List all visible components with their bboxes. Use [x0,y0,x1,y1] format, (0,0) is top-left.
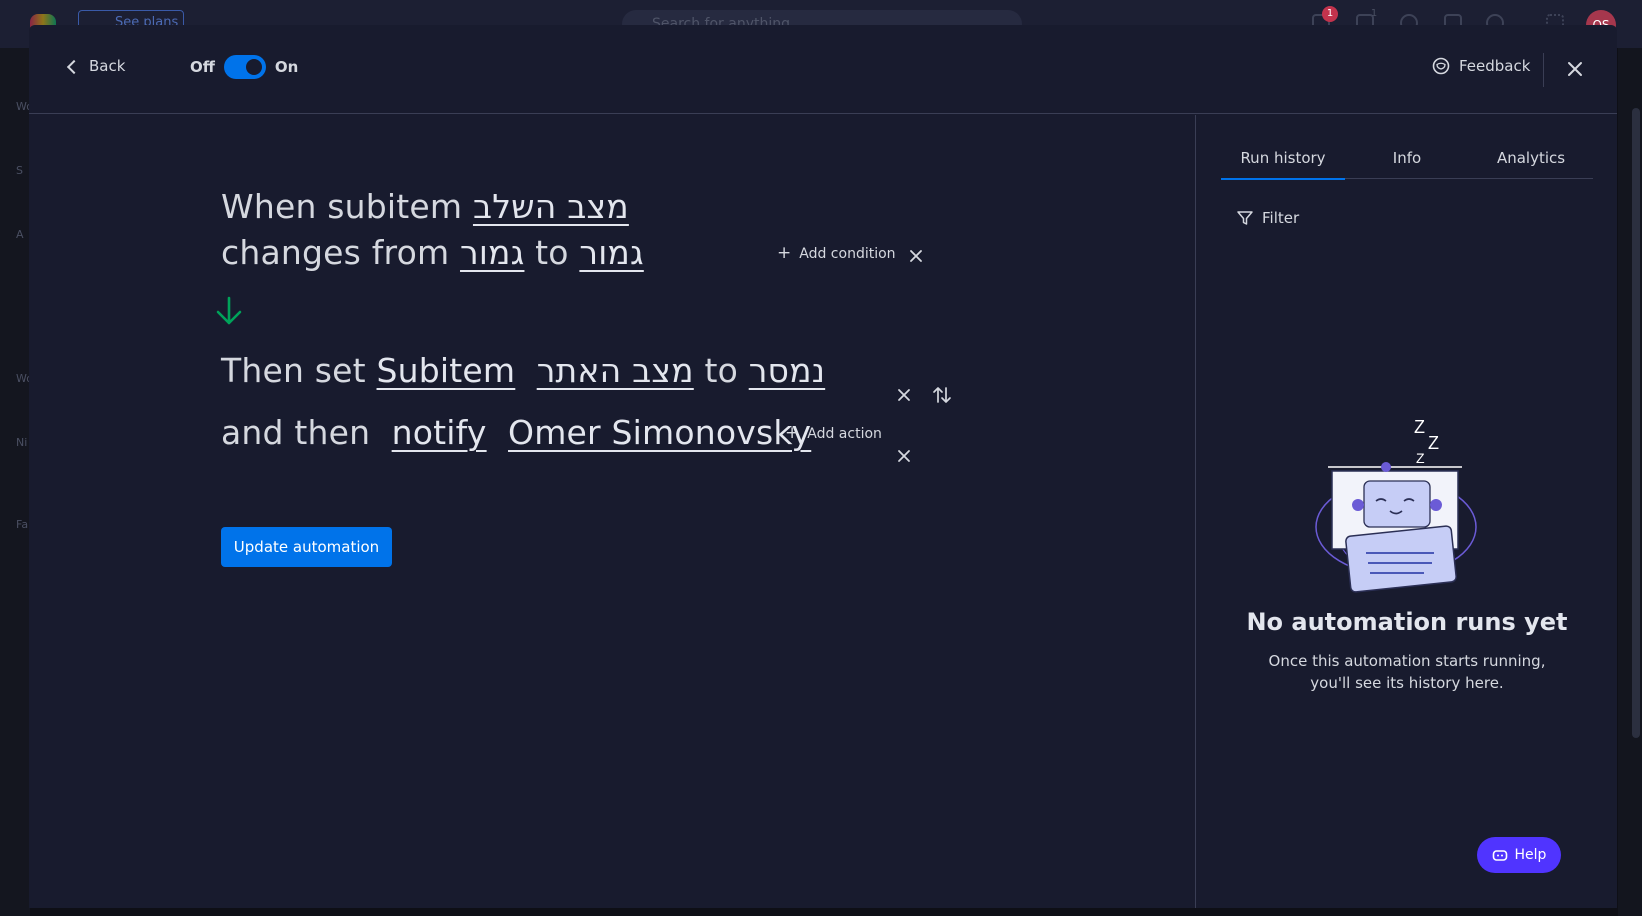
tab-analytics[interactable]: Analytics [1469,143,1593,178]
plus-icon: + [785,423,800,443]
trigger-to-token[interactable]: גמור [579,233,643,272]
trigger-when-text: When subitem [221,187,473,226]
action-value-token[interactable]: נמסר [749,351,825,390]
empty-state-title: No automation runs yet [1246,608,1568,636]
background-sidebar: Wo S A Wo Ni Fa [0,48,33,916]
feedback-label: Feedback [1459,57,1531,75]
toggle-off-label: Off [190,58,215,76]
action-line-2: and then notify Omer Simonovsky [221,413,811,452]
help-button[interactable]: Help [1477,837,1561,873]
close-icon[interactable] [1563,57,1587,81]
bot-icon [1492,850,1507,861]
side-panel: Run history Info Analytics Filter Z Z Z [1195,115,1617,908]
inbox-badge: 1 [1370,8,1378,19]
header-divider [1543,53,1544,87]
filter-icon [1237,211,1253,225]
automation-toggle[interactable] [223,55,266,79]
chevron-left-icon [66,59,82,74]
automation-toggle-group: Off On [190,55,298,79]
empty-state-line-2: you'll see its history here. [1310,674,1504,692]
action-line-1: Then set Subitem מצב האתר to נמסר [221,351,825,390]
empty-state-description: Once this automation starts running, you… [1196,650,1617,694]
add-action-button[interactable]: + Add action [785,425,882,442]
back-label: Back [89,57,126,75]
trigger-from-token[interactable]: גמור [460,233,524,272]
sidebar-label: A [16,228,24,241]
action-person-token[interactable]: Omer Simonovsky [508,413,811,452]
add-action-label: Add action [807,425,882,442]
automation-editor-modal: Back Off On Feedback When subitem מצב הש… [29,25,1617,908]
zzz-text: Z [1428,433,1439,453]
feedback-button[interactable]: Feedback [1432,57,1530,75]
tab-run-history[interactable]: Run history [1221,143,1345,180]
trigger-to-text: to [524,233,580,272]
empty-state-line-1: Once this automation starts running, [1268,652,1546,670]
trigger-line-2: changes from גמור to גמור [221,233,644,272]
zzz-text: Z [1414,417,1425,437]
update-automation-button[interactable]: Update automation [221,527,392,567]
back-button[interactable]: Back [66,57,126,75]
remove-notify-action-icon[interactable] [896,448,912,464]
plus-icon: + [777,243,792,263]
sidebar-label: Fa [16,518,29,531]
remove-trigger-icon[interactable] [908,248,924,264]
zzz-text: Z [1416,450,1425,466]
automation-sentence-pane: When subitem מצב השלב changes from גמור … [29,115,1195,908]
tab-info[interactable]: Info [1345,143,1469,178]
sleeping-robot-illustration: Z Z Z [1315,417,1477,593]
toggle-knob [245,59,262,75]
sidebar-label: Ni [16,436,28,449]
reorder-icon[interactable] [932,385,952,405]
action-to-text: to [693,351,749,390]
remove-action-icon[interactable] [896,387,912,403]
side-panel-tabs: Run history Info Analytics [1221,143,1593,180]
arrow-down-icon [216,296,242,325]
scrollbar[interactable] [1632,108,1640,738]
toggle-on-label: On [274,58,299,76]
background-right-edge [1618,48,1642,916]
feedback-icon [1432,57,1450,75]
filter-label: Filter [1262,209,1300,227]
action-notify-token[interactable]: notify [392,413,487,452]
action-then-text: Then set [221,351,377,390]
modal-header: Back Off On Feedback [29,25,1617,114]
notification-badge: 1 [1322,6,1338,22]
action-and-then-text: and then [221,413,381,452]
trigger-changes-text: changes from [221,233,461,272]
add-condition-button[interactable]: + Add condition [777,245,896,262]
trigger-line-1: When subitem מצב השלב [221,187,629,226]
add-condition-label: Add condition [799,245,896,262]
trigger-column-token[interactable]: מצב השלב [473,187,629,226]
action-column-token[interactable]: מצב האתר [537,351,694,390]
help-label: Help [1514,847,1547,863]
sidebar-label: S [16,164,23,177]
action-item-token[interactable]: Subitem [377,351,516,390]
filter-button[interactable]: Filter [1236,209,1299,227]
